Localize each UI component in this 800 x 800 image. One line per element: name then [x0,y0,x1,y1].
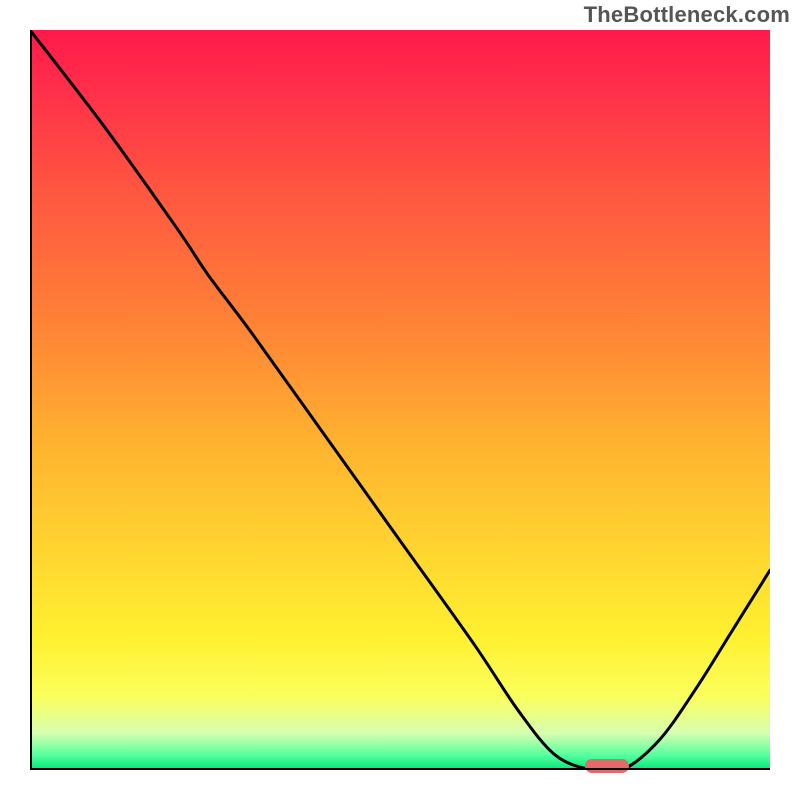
plot-gradient-background [30,30,770,770]
chart-container: TheBottleneck.com [0,0,800,800]
watermark-label: TheBottleneck.com [584,2,790,28]
optimal-range-marker [585,759,629,773]
